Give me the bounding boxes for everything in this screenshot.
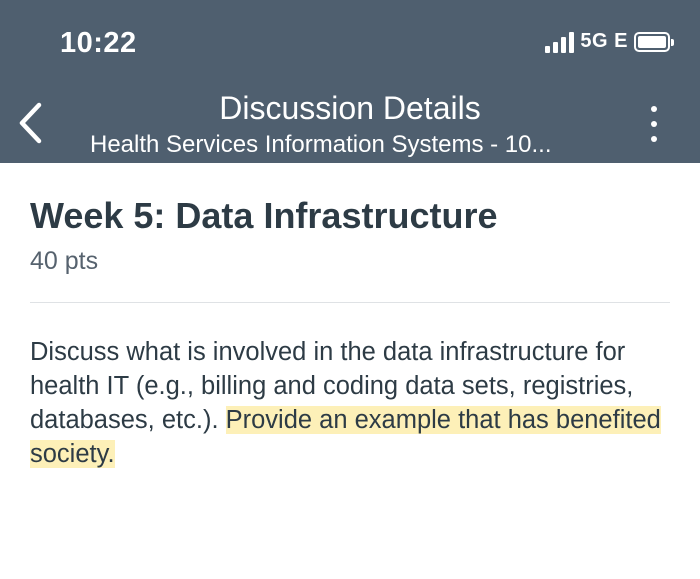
nav-subtitle: Health Services Information Systems - 10… — [90, 131, 552, 158]
discussion-title: Week 5: Data Infrastructure — [30, 195, 498, 236]
points-value: 40 pts — [30, 247, 99, 275]
more-vertical-icon — [651, 106, 657, 112]
divider — [30, 302, 670, 303]
battery-icon — [634, 31, 674, 52]
app-header: 10:22 5G E Discussion Details Health Ser… — [0, 0, 700, 163]
network-type: 5G E — [580, 30, 628, 52]
signal-strength-icon — [545, 31, 575, 53]
nav-title: Discussion Details — [219, 90, 481, 126]
status-indicators: 5G E — [545, 30, 674, 53]
discussion-body: Discuss what is involved in the data inf… — [30, 335, 670, 471]
more-options-button[interactable] — [644, 106, 664, 142]
status-time: 10:22 — [60, 27, 137, 59]
discussion-content: Week 5: Data Infrastructure 40 pts Discu… — [30, 163, 670, 471]
